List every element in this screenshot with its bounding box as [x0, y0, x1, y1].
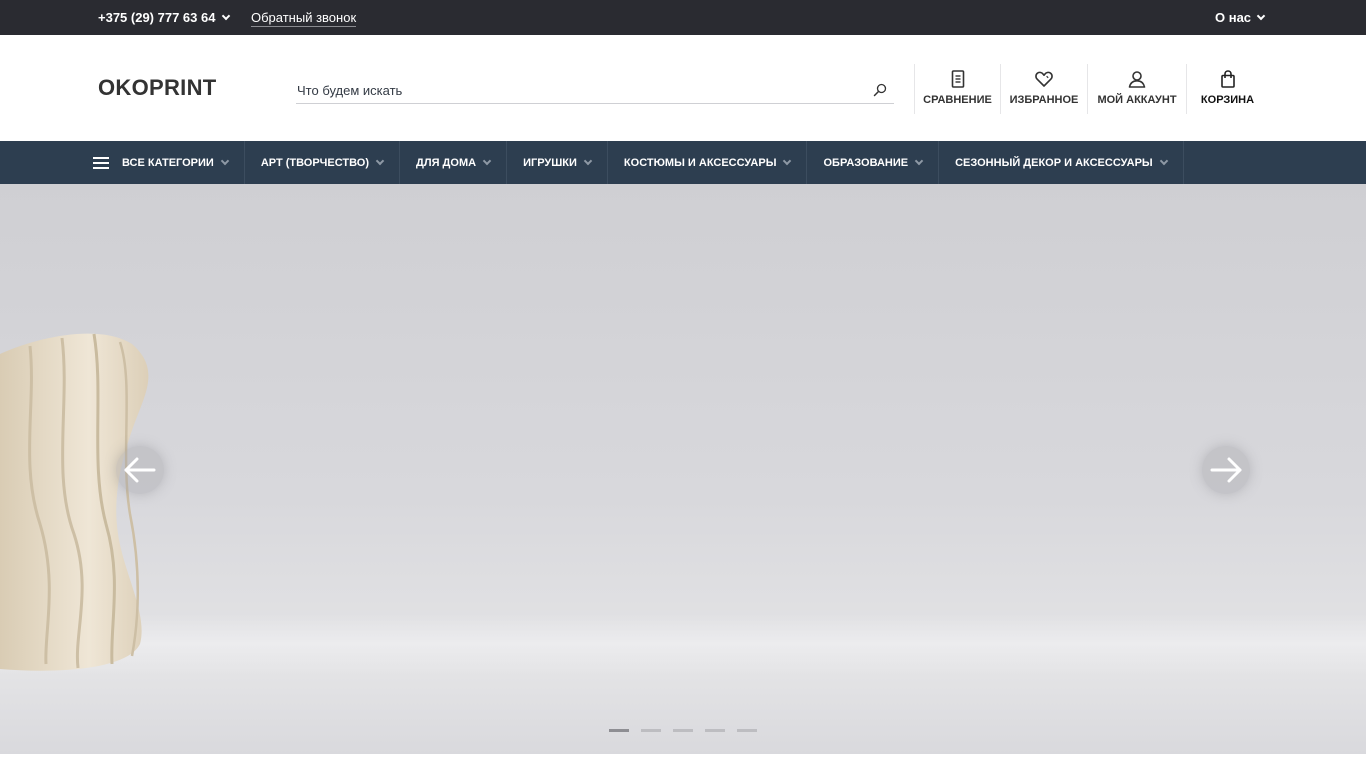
callback-link[interactable]: Обратный звонок — [251, 10, 357, 27]
chevron-down-icon — [482, 156, 492, 165]
nav-item-seasonal[interactable]: Сезонный декор и аксессуары — [939, 141, 1184, 184]
nav-item-label: Для дома — [416, 156, 477, 169]
chevron-down-icon — [375, 156, 385, 165]
nav-item-toys[interactable]: Игрушки — [507, 141, 608, 184]
about-dropdown[interactable]: О нас — [1215, 10, 1266, 25]
main-nav: Все категории Арт (творчество) Для дома … — [0, 141, 1366, 184]
about-label[interactable]: О нас — [1215, 10, 1251, 25]
chevron-down-icon — [1256, 11, 1266, 20]
nav-menu: Все категории Арт (творчество) Для дома … — [83, 141, 1184, 184]
arrow-left-icon — [124, 457, 156, 483]
slider-dot[interactable] — [609, 729, 629, 732]
search-input[interactable] — [296, 79, 856, 101]
compare-button[interactable]: Сравнение — [914, 64, 1000, 114]
nav-item-label: Сезонный декор и аксессуары — [955, 156, 1153, 169]
site-header: OKOPRINT Сравнение Избранное — [0, 35, 1366, 141]
chevron-down-icon — [583, 156, 593, 165]
chevron-down-icon — [783, 156, 792, 165]
slider-dot[interactable] — [641, 729, 661, 732]
top-bar: +375 (29) 777 63 64 Обратный звонок О на… — [0, 0, 1366, 35]
phone-dropdown[interactable]: +375 (29) 777 63 64 — [98, 10, 231, 25]
account-label: Мой аккаунт — [1097, 94, 1177, 106]
nav-item-label: Костюмы и аксессуары — [623, 156, 777, 169]
slide-product-image — [0, 333, 149, 671]
compare-label: Сравнение — [923, 94, 992, 106]
bag-icon — [1220, 70, 1235, 88]
user-icon — [1128, 71, 1146, 88]
heart-icon — [1035, 71, 1053, 87]
chevron-down-icon — [1159, 156, 1168, 165]
slider-next-button[interactable] — [1202, 446, 1250, 494]
cart-button[interactable]: Корзина — [1186, 64, 1268, 114]
favorites-button[interactable]: Избранное — [1000, 64, 1087, 114]
hamburger-icon — [93, 156, 109, 169]
hero-background — [0, 614, 1366, 674]
favorites-label: Избранное — [1009, 94, 1079, 106]
slider-dot[interactable] — [673, 729, 693, 732]
nav-all-categories-label: Все категории — [122, 156, 214, 169]
slider-dot[interactable] — [737, 729, 757, 732]
slider-dot[interactable] — [705, 729, 725, 732]
compare-icon — [951, 70, 964, 88]
nav-item-education[interactable]: Образование — [807, 141, 940, 184]
nav-item-label: Арт (творчество) — [260, 156, 370, 169]
account-button[interactable]: Мой аккаунт — [1087, 64, 1186, 114]
phone-number[interactable]: +375 (29) 777 63 64 — [98, 10, 215, 25]
search-icon[interactable] — [872, 82, 888, 98]
header-actions: Сравнение Избранное Мой аккаунт Корзина — [914, 64, 1268, 114]
site-logo[interactable]: OKOPRINT — [98, 75, 217, 101]
slider-prev-button[interactable] — [116, 446, 164, 494]
hero-slider — [0, 184, 1366, 754]
chevron-down-icon — [914, 156, 924, 165]
chevron-down-icon — [222, 11, 231, 20]
cart-label: Корзина — [1200, 94, 1255, 106]
slider-pagination — [609, 729, 757, 732]
nav-all-categories[interactable]: Все категории — [83, 141, 245, 184]
nav-item-home[interactable]: Для дома — [400, 141, 508, 184]
nav-item-label: Игрушки — [523, 156, 577, 169]
nav-item-costumes[interactable]: Костюмы и аксессуары — [608, 141, 808, 184]
chevron-down-icon — [220, 156, 230, 165]
nav-item-label: Образование — [823, 156, 909, 169]
arrow-right-icon — [1210, 457, 1242, 483]
nav-item-art[interactable]: Арт (творчество) — [245, 141, 401, 184]
search-bar — [296, 79, 894, 104]
